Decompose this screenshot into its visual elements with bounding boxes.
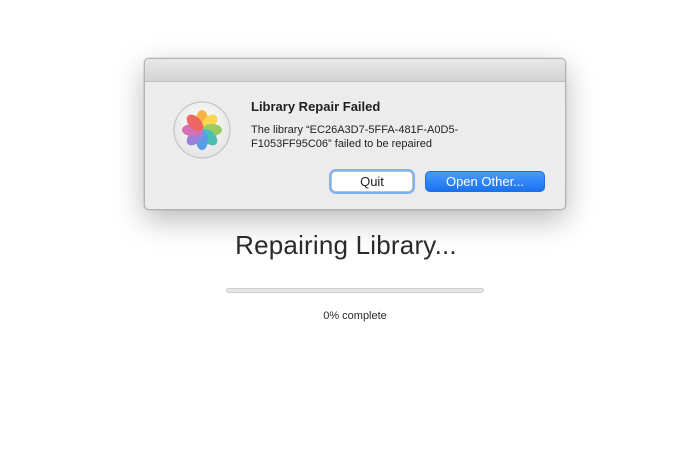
progress-label: 0% complete: [323, 310, 387, 322]
alert-dialog: Library Repair Failed The library “EC26A…: [144, 58, 566, 210]
photos-app-icon: [173, 101, 231, 159]
alert-title: Library Repair Failed: [251, 99, 381, 114]
alert-message: The library “EC26A3D7-5FFA-481F-A0D5-F10…: [251, 124, 459, 150]
alert-titlebar: [145, 59, 565, 82]
app-window: Repairing Library... 0% complete Library…: [0, 0, 692, 456]
open-other-button[interactable]: Open Other...: [425, 171, 545, 192]
progress-bar: [226, 288, 484, 293]
quit-button[interactable]: Quit: [331, 171, 413, 192]
progress-title: Repairing Library...: [235, 230, 457, 260]
